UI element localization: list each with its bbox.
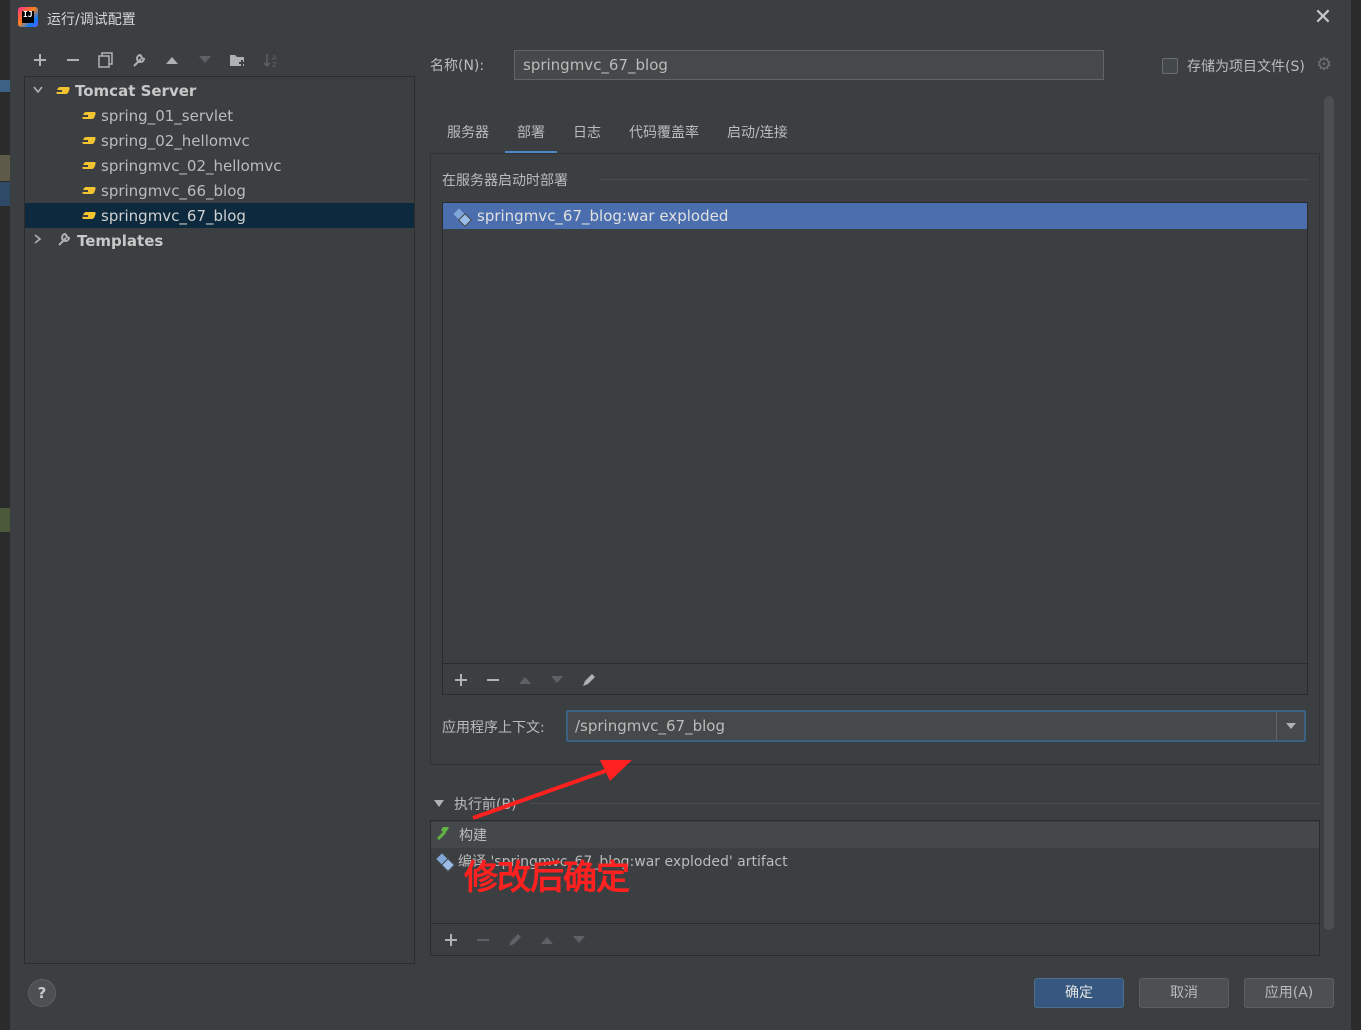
artifact-icon <box>436 853 452 869</box>
sort-icon[interactable]: AZ <box>259 48 283 72</box>
tomcat-icon <box>81 135 97 147</box>
config-tabs: 服务器 部署 日志 代码覆盖率 启动/连接 <box>435 116 804 154</box>
help-button[interactable]: ? <box>28 979 56 1007</box>
application-context-value[interactable]: /springmvc_67_blog <box>575 717 725 735</box>
background-ide-left-edge <box>0 0 10 1030</box>
collapse-triangle-icon[interactable] <box>434 799 444 810</box>
dropdown-arrow-icon[interactable] <box>1276 712 1304 740</box>
wrench-icon <box>55 231 73 251</box>
tree-node-label: Templates <box>77 231 164 250</box>
edit-pencil-icon[interactable] <box>503 928 527 952</box>
chevron-down-icon[interactable] <box>31 84 45 97</box>
annotation-text: 修改后确定 <box>464 858 630 898</box>
deploy-section-title: 在服务器启动时部署 <box>442 173 568 189</box>
tree-node-label: Tomcat Server <box>75 81 197 100</box>
config-tree: Tomcat Server spring_01_servlet spring_0… <box>24 76 415 964</box>
svg-text:Z: Z <box>272 61 277 68</box>
config-toolbar: AZ <box>28 46 283 74</box>
tomcat-icon <box>55 85 71 97</box>
application-context-label: 应用程序上下文: <box>442 720 545 736</box>
tomcat-icon <box>81 110 97 122</box>
move-down-icon[interactable] <box>193 48 217 72</box>
close-icon[interactable]: ✕ <box>1311 6 1335 30</box>
deploy-artifact-list: springmvc_67_blog:war exploded <box>442 202 1308 695</box>
vertical-scrollbar[interactable] <box>1324 96 1334 930</box>
chevron-right-icon[interactable] <box>31 234 45 247</box>
store-as-project-file-checkbox[interactable] <box>1162 58 1178 74</box>
remove-icon[interactable] <box>481 668 505 692</box>
tree-item-springmvc-67-blog[interactable]: springmvc_67_blog <box>25 203 414 228</box>
move-up-icon[interactable] <box>535 928 559 952</box>
name-label: 名称(N): <box>430 58 485 74</box>
cancel-button[interactable]: 取消 <box>1139 978 1229 1008</box>
apply-button[interactable]: 应用(A) <box>1244 978 1334 1008</box>
before-launch-header[interactable]: 执行前(B) <box>434 794 517 814</box>
move-down-icon[interactable] <box>567 928 591 952</box>
tree-item-label: spring_01_servlet <box>101 106 234 125</box>
remove-icon[interactable] <box>61 48 85 72</box>
tree-node-tomcat-server[interactable]: Tomcat Server <box>25 78 414 103</box>
move-up-icon[interactable] <box>160 48 184 72</box>
tomcat-icon <box>81 160 97 172</box>
deploy-artifact-item[interactable]: springmvc_67_blog:war exploded <box>443 203 1307 229</box>
hammer-icon <box>435 825 453 845</box>
tomcat-icon <box>81 210 97 222</box>
move-up-icon[interactable] <box>513 668 537 692</box>
window-title: 运行/调试配置 <box>47 12 136 28</box>
tab-logs[interactable]: 日志 <box>561 116 613 154</box>
before-launch-title: 执行前(B) <box>454 797 517 813</box>
before-launch-item-build[interactable]: 构建 <box>431 822 1319 848</box>
tab-code-coverage[interactable]: 代码覆盖率 <box>617 116 711 154</box>
tree-item-label: springmvc_67_blog <box>101 206 246 225</box>
tab-deployment[interactable]: 部署 <box>505 116 557 154</box>
add-icon[interactable] <box>449 668 473 692</box>
add-icon[interactable] <box>439 928 463 952</box>
before-launch-toolbar <box>431 923 1319 955</box>
copy-icon[interactable] <box>94 48 118 72</box>
run-debug-config-dialog: IJ 运行/调试配置 ✕ AZ Tomcat Server spring_01_… <box>10 0 1351 1030</box>
deploy-list-toolbar <box>443 663 1307 695</box>
tree-node-templates[interactable]: Templates <box>25 228 414 253</box>
intellij-app-icon: IJ <box>18 7 38 27</box>
gear-icon[interactable]: ⚙ <box>1316 54 1332 75</box>
before-launch-label: 构建 <box>459 828 487 844</box>
store-as-project-file-label[interactable]: 存储为项目文件(S) <box>1187 56 1305 76</box>
background-ide-right-edge <box>1351 0 1361 1030</box>
remove-icon[interactable] <box>471 928 495 952</box>
application-context-combobox[interactable]: /springmvc_67_blog <box>566 710 1306 742</box>
ok-button[interactable]: 确定 <box>1034 978 1124 1008</box>
edit-pencil-icon[interactable] <box>577 668 601 692</box>
tree-item-label: springmvc_02_hellomvc <box>101 156 282 175</box>
tree-item-springmvc-02-hellomvc[interactable]: springmvc_02_hellomvc <box>25 153 414 178</box>
name-input[interactable]: springmvc_67_blog <box>514 50 1104 80</box>
divider <box>600 179 1308 180</box>
tree-item-label: springmvc_66_blog <box>101 181 246 200</box>
tree-item-spring-02-hellomvc[interactable]: spring_02_hellomvc <box>25 128 414 153</box>
tree-item-spring-01-servlet[interactable]: spring_01_servlet <box>25 103 414 128</box>
add-icon[interactable] <box>28 48 52 72</box>
tree-item-label: spring_02_hellomvc <box>101 131 250 150</box>
artifact-icon <box>453 208 469 224</box>
deploy-artifact-label: springmvc_67_blog:war exploded <box>477 207 729 225</box>
tree-item-springmvc-66-blog[interactable]: springmvc_66_blog <box>25 178 414 203</box>
move-down-icon[interactable] <box>545 668 569 692</box>
wrench-icon[interactable] <box>127 48 151 72</box>
title-bar: IJ 运行/调试配置 ✕ <box>10 0 1351 36</box>
new-folder-icon[interactable] <box>226 48 250 72</box>
tab-server[interactable]: 服务器 <box>435 116 501 154</box>
tomcat-icon <box>81 185 97 197</box>
tab-startup-connection[interactable]: 启动/连接 <box>715 116 800 154</box>
divider <box>530 803 1320 804</box>
